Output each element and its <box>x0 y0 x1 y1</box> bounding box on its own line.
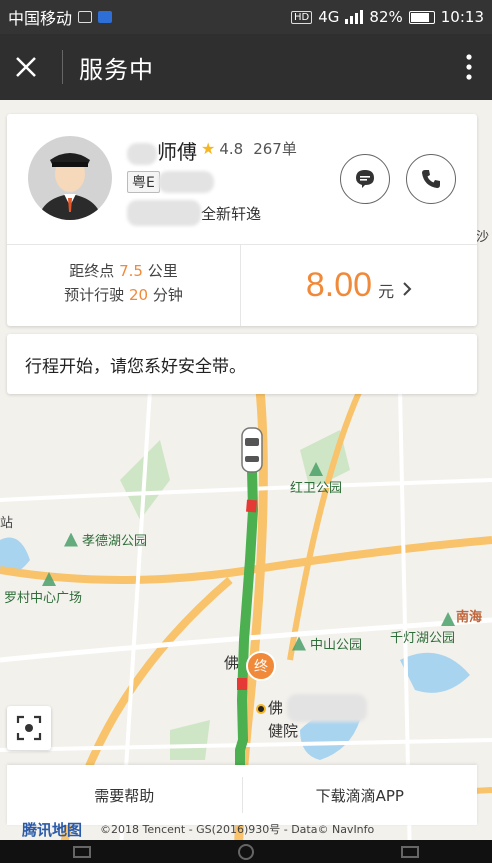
recent-apps-nav-icon[interactable] <box>400 845 419 858</box>
car-model: 全新轩逸 <box>127 200 261 226</box>
battery-icon <box>408 10 435 24</box>
end-marker-label: 终 <box>254 659 268 675</box>
driver-card: 师傅 ★ 4.8 267单 粤E 全新轩逸 距终点 7.5 公里 预计行驶 20 <box>7 114 477 326</box>
more-button[interactable] <box>446 34 492 100</box>
poi-label: 红卫公园 <box>290 481 343 496</box>
more-vertical-icon <box>466 54 472 80</box>
poi-luocun-square[interactable]: 罗村中心广场 <box>4 572 82 606</box>
locate-button[interactable] <box>7 706 51 750</box>
close-icon <box>16 57 36 77</box>
poi-label: 罗村中心广场 <box>4 591 83 606</box>
system-nav-bar <box>0 840 492 863</box>
redacted-text <box>127 200 201 226</box>
status-bar: 中国移动 HD 4G 82% 10:13 <box>0 0 492 34</box>
tencent-map-logo: 腾讯地图 <box>22 820 83 839</box>
distance-value: 7.5 <box>119 262 143 280</box>
fare-unit: 元 <box>378 281 395 301</box>
message-icon <box>356 170 374 188</box>
chevron-right-icon <box>403 281 412 296</box>
destination-label: 佛 健院 <box>268 694 368 740</box>
hd-badge: HD <box>291 10 313 24</box>
driver-rating: ★ 4.8 267单 <box>201 138 297 159</box>
park-icon <box>42 572 56 586</box>
call-driver-button[interactable] <box>406 154 456 204</box>
star-icon: ★ <box>201 139 216 158</box>
district-nanhai: 南海 <box>456 610 483 625</box>
carrier-label: 中国移动 <box>8 9 73 28</box>
page-title: 服务中 <box>79 55 154 84</box>
order-count: 267单 <box>253 140 297 158</box>
map-label-fo: 佛 <box>224 654 240 672</box>
destination-label-line1: 佛 <box>268 699 284 717</box>
close-button[interactable] <box>0 34 52 100</box>
redacted-text <box>287 694 368 722</box>
download-app-button[interactable]: 下载滴滴APP <box>243 765 478 825</box>
license-plate: 粤E <box>127 171 214 193</box>
park-icon <box>309 462 323 476</box>
poi-label: 中山公园 <box>310 638 363 653</box>
poi-xiaodehu-park[interactable]: 孝德湖公园 <box>64 530 147 549</box>
header-divider <box>62 50 63 84</box>
rating-value: 4.8 <box>219 139 244 158</box>
back-nav-icon[interactable] <box>73 845 92 858</box>
locate-icon <box>16 715 42 741</box>
trip-remaining: 距终点 7.5 公里 预计行驶 20 分钟 <box>7 259 240 307</box>
driver-name: 师傅 <box>127 136 197 165</box>
destination-label-line2: 健院 <box>268 722 299 740</box>
home-nav-icon[interactable] <box>237 843 254 860</box>
map-footer: 腾讯地图 ©2018 Tencent - GS(2016)930号 - Data… <box>0 818 492 840</box>
notice-text: 行程开始，请您系好安全带。 <box>25 356 246 377</box>
park-icon <box>441 612 456 626</box>
driver-name-suffix: 师傅 <box>157 140 197 164</box>
clock: 10:13 <box>440 8 484 26</box>
distance-row: 距终点 7.5 公里 <box>7 259 240 283</box>
car-icon <box>241 427 263 473</box>
distance-unit: 公里 <box>147 262 178 280</box>
poi-label: 千灯湖公园 <box>390 631 456 646</box>
driver-avatar <box>28 136 112 220</box>
poi-zhongshan-park[interactable]: 中山公园 <box>292 634 362 653</box>
poi-label: 孝德湖公园 <box>82 534 148 549</box>
fare-button[interactable]: 8.00 元 <box>241 245 477 326</box>
map-label-zhan: 站 <box>0 516 14 531</box>
driver-avatar-icon <box>38 153 102 220</box>
signal-icon <box>345 10 364 24</box>
app-header: 服务中 <box>0 34 492 100</box>
phone-icon <box>422 170 440 188</box>
distance-label: 距终点 <box>69 262 115 280</box>
message-driver-button[interactable] <box>340 154 390 204</box>
duration-unit: 分钟 <box>152 286 183 304</box>
battery-percent: 82% <box>369 8 403 26</box>
trip-notice: 行程开始，请您系好安全带。 <box>7 334 477 394</box>
park-icon <box>64 532 78 547</box>
network-label: 4G <box>318 8 340 26</box>
park-icon <box>292 636 306 651</box>
bottom-action-bar: 需要帮助 下载滴滴APP <box>7 765 477 825</box>
app-notification-icon <box>98 11 113 23</box>
image-notification-icon <box>78 11 93 23</box>
map-label-sha: 沙 <box>476 230 490 245</box>
help-button[interactable]: 需要帮助 <box>7 765 242 825</box>
duration-label: 预计行驶 <box>64 286 125 304</box>
fare-amount: 8.00 <box>305 266 373 304</box>
poi-hongwei-park[interactable]: 红卫公园 <box>290 462 342 496</box>
duration-row: 预计行驶 20 分钟 <box>7 283 240 307</box>
end-marker: 终 <box>246 651 276 681</box>
map-copyright: ©2018 Tencent - GS(2016)930号 - Data© Nav… <box>100 823 375 836</box>
location-dot <box>256 704 266 714</box>
redacted-text <box>127 142 157 165</box>
redacted-text <box>157 171 214 193</box>
car-model-suffix: 全新轩逸 <box>201 204 262 223</box>
poi-qiandenghu-park[interactable]: 千灯湖公园 <box>390 612 456 646</box>
plate-prefix: 粤E <box>127 171 160 193</box>
duration-value: 20 <box>128 286 149 304</box>
